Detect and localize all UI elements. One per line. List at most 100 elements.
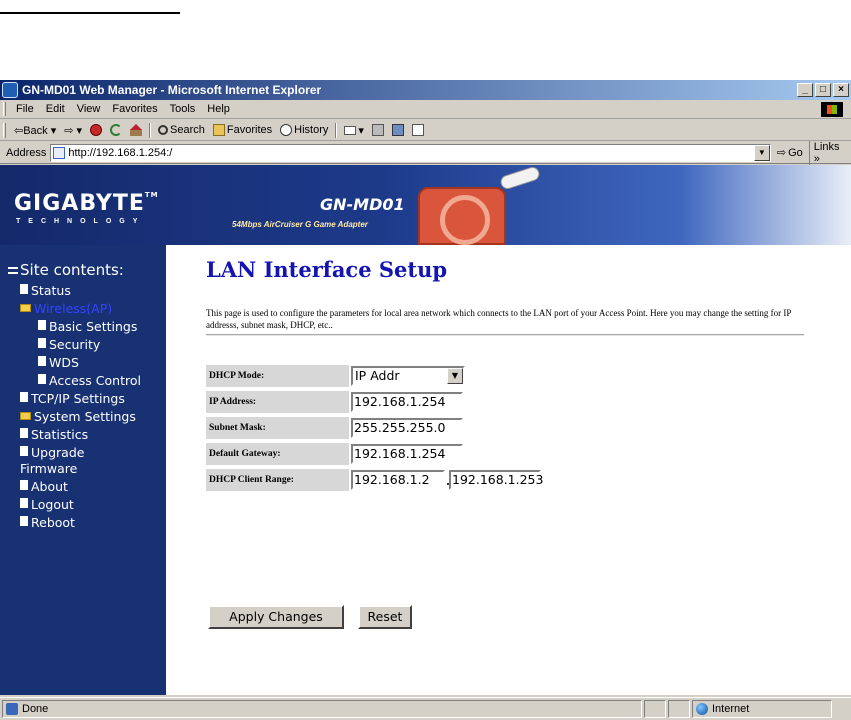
browser-window: GN-MD01 Web Manager - Microsoft Internet… (0, 80, 851, 720)
go-button[interactable]: ⇨ Go (771, 146, 809, 160)
address-input[interactable]: http://192.168.1.254:/ ▼ (50, 143, 771, 162)
menu-tools[interactable]: Tools (164, 103, 202, 115)
toolbar-separator (149, 122, 152, 138)
menu-help[interactable]: Help (201, 103, 236, 115)
status-pane-1 (644, 700, 666, 718)
document-icon (20, 498, 28, 508)
menu-bar: File Edit View Favorites Tools Help (0, 100, 851, 119)
close-button[interactable]: × (833, 83, 849, 97)
edit-button[interactable] (408, 124, 428, 136)
page-icon (53, 146, 66, 159)
chevron-down-icon[interactable]: ▼ (447, 368, 463, 384)
sidebar-item-reboot[interactable]: Reboot (20, 515, 75, 531)
print-button[interactable] (368, 124, 388, 136)
zone-text: Internet (712, 703, 750, 715)
device-image (418, 187, 506, 245)
reset-button[interactable]: Reset (358, 605, 412, 629)
refresh-button[interactable] (106, 124, 126, 136)
menu-favorites[interactable]: Favorites (106, 103, 163, 115)
links-button[interactable]: Links » (808, 140, 851, 165)
sidebar-item-about[interactable]: About (20, 479, 68, 495)
subnet-mask-row: Subnet Mask: 255.255.255.0 (206, 417, 706, 439)
sidebar-item-wds[interactable]: WDS (38, 355, 79, 371)
document-icon (20, 428, 28, 438)
search-button[interactable]: Search (154, 124, 209, 136)
mail-button[interactable]: ▾ (340, 124, 368, 137)
forward-button[interactable]: ⇨ ▾ (60, 124, 86, 137)
document-icon (20, 284, 28, 294)
grip-handle[interactable] (3, 122, 6, 138)
folder-icon (20, 412, 31, 420)
dhcp-range-row: DHCP Client Range: 192.168.1.2 192.168.1… (206, 469, 706, 491)
search-icon (158, 125, 169, 135)
favorites-icon (212, 124, 225, 136)
sidebar-item-label: Security (49, 337, 101, 352)
sidebar-item-access-control[interactable]: Access Control (38, 373, 141, 389)
document-icon (38, 320, 46, 330)
discuss-button[interactable] (388, 124, 408, 136)
sidebar-item-label: WDS (49, 355, 79, 370)
apply-changes-button[interactable]: Apply Changes (208, 605, 344, 629)
dhcp-mode-label: DHCP Mode: (206, 365, 349, 387)
grip-handle[interactable] (3, 102, 6, 116)
page-done-icon (6, 703, 18, 715)
sidebar-item-label: Upgrade (31, 445, 85, 460)
address-label: Address (6, 146, 47, 159)
standard-toolbar: ⇦Back ▾ ⇨ ▾ Search Favorites History ▾ (0, 120, 851, 141)
stop-button[interactable] (86, 124, 106, 136)
sidebar-item-upgrade-firmware[interactable]: Upgrade (20, 445, 84, 461)
toolbar-separator (335, 122, 338, 138)
sidebar-item-statistics[interactable]: Statistics (20, 427, 88, 443)
sidebar-item-label: Logout (31, 497, 74, 512)
go-label: Go (788, 146, 803, 159)
sidebar-item-basic-settings[interactable]: Basic Settings (38, 319, 137, 335)
gigabyte-logo: GIGABYTETM (14, 191, 159, 216)
sidebar-item-wireless[interactable]: Wireless(AP) (20, 301, 112, 317)
default-gateway-row: Default Gateway: 192.168.1.254 (206, 443, 706, 465)
dhcp-range-label: DHCP Client Range: (206, 469, 349, 491)
go-arrow-icon: ⇨ (776, 147, 787, 159)
dhcp-range-end-input[interactable]: 192.168.1.253 (449, 470, 543, 490)
ip-address-input[interactable]: 192.168.1.254 (351, 392, 463, 412)
sidebar-item-label: Statistics (31, 427, 89, 442)
home-button[interactable] (126, 124, 146, 136)
history-button[interactable]: History (276, 124, 332, 136)
favorites-button[interactable]: Favorites (209, 124, 276, 136)
dhcp-range-start-input[interactable]: 192.168.1.2 (351, 470, 445, 490)
sidebar-item-status[interactable]: Status (20, 283, 71, 299)
title-bar[interactable]: GN-MD01 Web Manager - Microsoft Internet… (0, 80, 851, 100)
sidebar: Site contents: Status Wireless(AP) Basic… (0, 245, 166, 695)
sidebar-item-tcpip-settings[interactable]: TCP/IP Settings (20, 391, 125, 407)
document-icon (38, 338, 46, 348)
address-url: http://192.168.1.254:/ (68, 146, 173, 159)
maximize-button[interactable]: □ (815, 83, 831, 97)
back-button[interactable]: ⇦Back ▾ (10, 124, 60, 137)
chevron-down-icon[interactable]: ▼ (753, 144, 770, 161)
sidebar-item-system-settings[interactable]: System Settings (20, 409, 136, 425)
dhcp-mode-row: DHCP Mode: IP Addr ▼ (206, 365, 706, 387)
windows-logo-icon (821, 102, 843, 117)
page-description: This page is used to configure the param… (206, 308, 791, 330)
dhcp-mode-value: IP Addr (355, 368, 400, 383)
header-banner: GIGABYTETM TECHNOLOGY GN-MD01 54Mbps Air… (0, 165, 851, 245)
logo-subtitle: TECHNOLOGY (16, 218, 146, 225)
antenna-image (498, 165, 542, 191)
menu-edit[interactable]: Edit (40, 103, 71, 115)
status-text-pane: Done (2, 700, 642, 718)
minimize-button[interactable]: _ (797, 83, 813, 97)
sidebar-item-firmware-line[interactable]: Firmware (20, 461, 77, 477)
logo-trademark: TM (144, 191, 159, 199)
subnet-mask-input[interactable]: 255.255.255.0 (351, 418, 463, 438)
print-icon (371, 124, 384, 136)
sidebar-item-security[interactable]: Security (38, 337, 100, 353)
dhcp-mode-select[interactable]: IP Addr ▼ (351, 366, 465, 386)
menu-file[interactable]: File (10, 103, 40, 115)
sidebar-item-label: Access Control (49, 373, 141, 388)
sidebar-item-logout[interactable]: Logout (20, 497, 74, 513)
document-icon (38, 374, 46, 384)
window-title: GN-MD01 Web Manager - Microsoft Internet… (22, 83, 322, 97)
site-contents-label: Site contents: (20, 261, 124, 279)
default-gateway-input[interactable]: 192.168.1.254 (351, 444, 463, 464)
menu-view[interactable]: View (71, 103, 107, 115)
subnet-mask-label: Subnet Mask: (206, 417, 349, 439)
